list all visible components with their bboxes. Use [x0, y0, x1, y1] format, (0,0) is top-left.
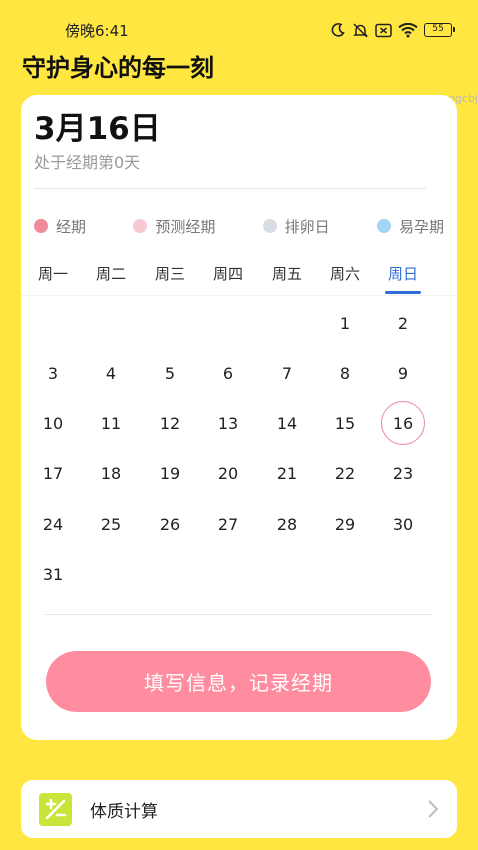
- active-weekday-indicator: [385, 291, 421, 294]
- calendar-day[interactable]: 22: [323, 451, 367, 495]
- legend-label: 排卵日: [284, 217, 330, 236]
- calendar-day[interactable]: 12: [148, 401, 192, 445]
- calendar-day[interactable]: 21: [265, 451, 309, 495]
- calendar-day[interactable]: 8: [323, 351, 367, 395]
- moon-icon: [331, 23, 345, 37]
- chevron-right-icon: [428, 800, 439, 818]
- calendar-day[interactable]: 7: [265, 351, 309, 395]
- calendar-day[interactable]: 9: [381, 351, 425, 395]
- calendar-day[interactable]: 20: [206, 451, 250, 495]
- weekday-label: 周二: [95, 265, 126, 283]
- calendar-day[interactable]: 29: [323, 502, 367, 546]
- calendar-day[interactable]: 13: [206, 401, 250, 445]
- calendar-legend: 经期 预测经期 排卵日 易孕期: [34, 215, 444, 237]
- weekday-label: 周日: [387, 265, 418, 283]
- constitution-calc-label: 体质计算: [90, 802, 158, 822]
- constitution-calc-card[interactable]: 体质计算: [21, 780, 457, 838]
- calculator-icon: [39, 793, 72, 826]
- legend-dot: [133, 219, 148, 233]
- calendar-day[interactable]: 15: [323, 401, 367, 445]
- legend-item-period: 经期: [34, 216, 86, 237]
- calendar-day[interactable]: 31: [31, 552, 75, 596]
- battery-level: 55: [432, 24, 444, 34]
- selected-date-title: 3月16日: [34, 111, 161, 147]
- sim-off-icon: [375, 23, 392, 37]
- legend-dot: [34, 219, 48, 233]
- calendar-day[interactable]: 19: [148, 451, 192, 495]
- status-bar: 傍晚6:41 55: [0, 0, 478, 44]
- bell-off-icon: [353, 22, 368, 38]
- legend-label: 易孕期: [398, 217, 444, 236]
- calendar-day[interactable]: 1: [323, 301, 367, 345]
- calendar-day[interactable]: 6: [206, 351, 250, 395]
- page-headline: 守护身心的每一刻: [22, 54, 214, 82]
- divider: [45, 614, 431, 615]
- calendar-day[interactable]: 23: [381, 451, 425, 495]
- weekday-header: 周一 周二 周三 周四 周五 周六 周日: [21, 260, 457, 296]
- calendar-day[interactable]: 26: [148, 502, 192, 546]
- calendar-day[interactable]: 25: [89, 502, 133, 546]
- status-time: 傍晚6:41: [65, 22, 129, 40]
- calendar-day[interactable]: 18: [89, 451, 133, 495]
- calendar-day[interactable]: 17: [31, 451, 75, 495]
- calendar-day[interactable]: 2: [381, 301, 425, 345]
- calendar-day[interactable]: 14: [265, 401, 309, 445]
- calendar-card: 3月16日 处于经期第0天 经期 预测经期 排卵日 易孕期 周一 周二 周三 周四 周五…: [21, 95, 457, 740]
- battery-icon: 55: [424, 23, 455, 37]
- record-period-button[interactable]: 填写信息，记录经期: [46, 651, 431, 712]
- legend-item-ovulation: 排卵日: [262, 216, 330, 237]
- legend-label: 经期: [56, 217, 87, 236]
- divider: [34, 188, 426, 189]
- weekday-label: 周五: [271, 265, 302, 283]
- period-status-text: 处于经期第0天: [34, 153, 141, 172]
- calendar-day[interactable]: 28: [265, 502, 309, 546]
- weekday-label: 周三: [154, 265, 185, 283]
- legend-item-fertile: 易孕期: [376, 216, 444, 237]
- legend-dot: [376, 219, 391, 233]
- calendar-day-today[interactable]: 16: [381, 401, 425, 445]
- calendar-day[interactable]: 24: [31, 502, 75, 546]
- calendar-day[interactable]: 11: [89, 401, 133, 445]
- divider: [21, 295, 457, 296]
- legend-item-predicted-period: 预测经期: [133, 216, 215, 237]
- calendar-day[interactable]: 30: [381, 502, 425, 546]
- weekday-label: 周四: [212, 265, 243, 283]
- calendar-day[interactable]: 3: [31, 351, 75, 395]
- weekday-label: 周六: [329, 265, 360, 283]
- calendar-day[interactable]: 4: [89, 351, 133, 395]
- legend-dot: [262, 219, 277, 233]
- status-icons: 55: [330, 20, 455, 40]
- calendar-day[interactable]: 27: [206, 502, 250, 546]
- wifi-icon: [398, 22, 418, 38]
- calendar-day[interactable]: 10: [31, 401, 75, 445]
- calendar-day[interactable]: 5: [148, 351, 192, 395]
- weekday-label: 周一: [37, 265, 68, 283]
- legend-label: 预测经期: [155, 217, 216, 236]
